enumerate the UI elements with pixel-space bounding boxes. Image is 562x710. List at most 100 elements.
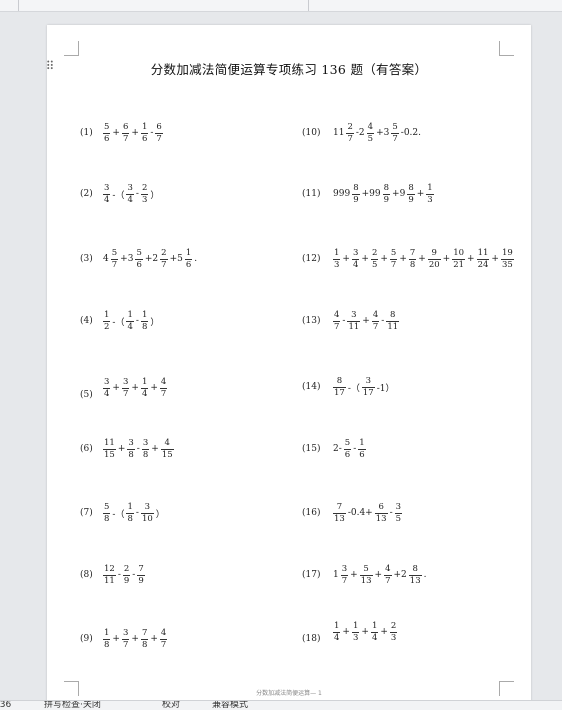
fraction: 11 15 — [103, 439, 116, 459]
expression-operator: - — [117, 570, 121, 580]
fraction-numerator: 3 — [351, 310, 357, 320]
fraction-numerator: 1 — [104, 310, 110, 320]
fraction-numerator: 8 — [383, 183, 390, 193]
fraction-numerator: 4 — [334, 310, 340, 320]
problem-number: (13) — [302, 316, 321, 326]
page-footer: 分数加减法简便运算— 1 — [256, 690, 322, 697]
expression-operator: + — [342, 254, 350, 264]
ruler-left-segment — [18, 0, 309, 11]
expression-operator: +5 — [169, 254, 183, 264]
problem-number: (9) — [80, 634, 93, 644]
fraction: 34 — [103, 378, 111, 399]
fraction-denominator: 7 — [340, 574, 349, 586]
expression-operator: -（ — [112, 317, 125, 328]
fraction: 18 — [140, 310, 149, 332]
fraction-numerator: 6 — [122, 122, 129, 132]
fraction-denominator: 7 — [121, 132, 130, 144]
fraction-denominator: 3 — [389, 631, 398, 643]
problem-expression: 11 15 +3 8-3 8 +4 15 — [102, 437, 175, 461]
fraction-numerator: 4 — [372, 310, 379, 320]
fraction-numerator: 4 — [164, 438, 170, 448]
fraction: 23 — [389, 621, 398, 643]
problem-number: (11) — [302, 189, 321, 199]
fraction: 47 — [333, 310, 341, 331]
fraction-denominator: 8 — [140, 320, 149, 332]
fraction-denominator: 9 — [352, 193, 360, 205]
drag-handle-icon[interactable]: ⠿ — [44, 58, 56, 74]
fraction-numerator: 5 — [344, 438, 351, 448]
fraction: 47 — [159, 378, 168, 398]
expression-operator: - — [353, 444, 357, 454]
fraction: 27 — [346, 123, 354, 143]
expression-operator: 999 — [333, 189, 351, 199]
fraction-numerator: 8 — [408, 183, 414, 193]
expression-operator: +9 — [392, 189, 406, 199]
fraction-denominator: 7 — [121, 387, 130, 399]
fraction-numerator: 1 — [427, 183, 433, 193]
problem-expression: 12 11-2 9-7 9 — [102, 563, 146, 587]
fraction: 14 — [140, 377, 149, 399]
fraction-denominator: 3 — [140, 193, 149, 205]
fraction: 57 — [389, 249, 398, 270]
fraction-denominator: 2 — [103, 320, 111, 332]
fraction-denominator: 6 — [358, 448, 366, 460]
fraction-numerator: 5 — [136, 248, 142, 258]
fraction-denominator: 9 — [407, 193, 415, 205]
fraction: 12 — [103, 310, 111, 332]
fraction-denominator: 6 — [343, 448, 352, 460]
fraction-denominator: 4 — [333, 631, 341, 643]
fraction: 8 13 — [408, 565, 422, 585]
expression-operator: +99 — [361, 189, 381, 199]
fraction-denominator: 7 — [371, 320, 380, 332]
fraction-denominator: 11 — [386, 320, 400, 332]
fraction-numerator: 1 — [141, 310, 148, 320]
fraction: 6 13 — [374, 503, 388, 523]
fraction: 79 — [137, 565, 145, 585]
fraction-denominator: 8 — [126, 512, 134, 524]
fraction-denominator: 6 — [135, 258, 143, 270]
fraction-numerator: 7 — [141, 628, 148, 638]
fraction: 16 — [140, 122, 149, 143]
fraction-numerator: 1 — [127, 502, 133, 512]
fraction-numerator: 1 — [141, 122, 148, 132]
fraction-numerator: 6 — [156, 122, 162, 132]
fraction-numerator: 4 — [367, 122, 374, 132]
fraction: 34 — [351, 249, 360, 269]
fraction-numerator: 8 — [390, 310, 396, 320]
fraction: 18 — [126, 502, 134, 524]
fraction-numerator: 2 — [161, 248, 167, 258]
fraction-denominator: 7 — [389, 258, 398, 270]
expression-operator: + — [342, 627, 350, 637]
fraction-denominator: 4 — [370, 631, 379, 643]
expression-operator: + — [361, 627, 369, 637]
fraction-numerator: 5 — [363, 564, 369, 574]
fraction-numerator: 1 — [334, 248, 340, 258]
fraction-denominator: 4 — [103, 387, 111, 399]
fraction-denominator: 8 — [141, 448, 150, 460]
fraction-numerator: 1 — [141, 377, 148, 387]
document-page: 分数加减法简便运算专项练习 136 题（有答案） (1) 5 6 +6 7 +1 6-6 7(… — [47, 25, 531, 705]
problem-expression: 4 7-3 11 +4 7-8 11 — [332, 309, 400, 333]
fraction: 57 — [110, 249, 119, 269]
fraction-denominator: 9 — [122, 574, 131, 586]
fraction: 8 17 — [333, 377, 346, 397]
fraction: 3 17 — [361, 377, 375, 397]
expression-operator: ） — [150, 317, 160, 328]
fraction-denominator: 13 — [333, 512, 346, 524]
expression-operator: . — [194, 254, 198, 264]
fraction-denominator: 3 — [426, 193, 434, 205]
fraction-numerator: 12 — [104, 564, 115, 574]
fraction-denominator: 13 — [359, 574, 373, 586]
expression-operator: - — [389, 508, 393, 518]
fraction: 4 15 — [160, 438, 174, 459]
problem-number: (6) — [80, 444, 93, 454]
fraction: 13 — [333, 248, 341, 269]
fraction: 29 — [122, 565, 131, 586]
fraction-numerator: 2 — [390, 621, 397, 631]
fraction: 37 — [340, 565, 349, 586]
fraction: 14 — [333, 622, 341, 643]
fraction-numerator: 8 — [336, 376, 343, 386]
problem-expression: 7 13 -0.4+ 6 13-3 5 — [332, 501, 403, 525]
fraction-denominator: 4 — [140, 387, 149, 399]
fraction: 47 — [371, 310, 380, 332]
